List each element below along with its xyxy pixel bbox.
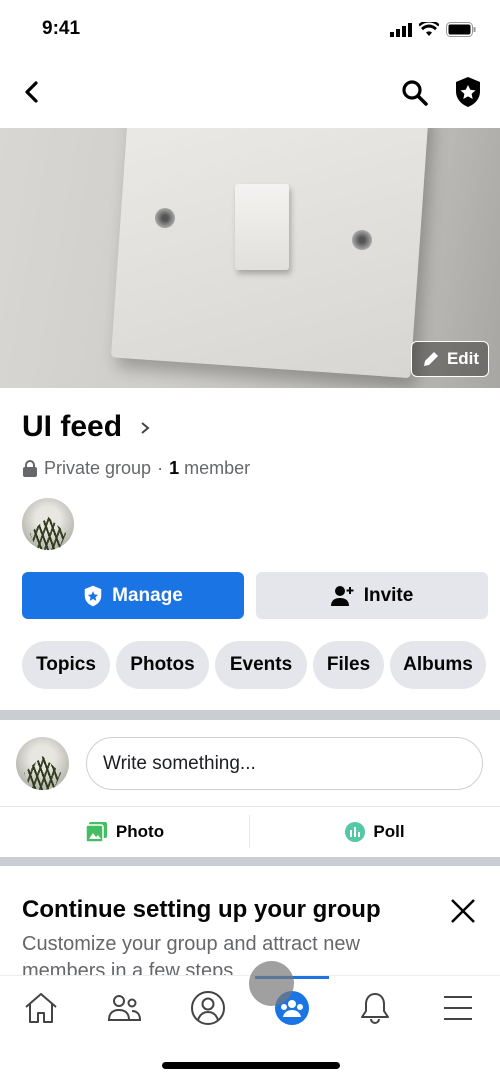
- photo-button[interactable]: Photo: [0, 807, 250, 857]
- tab-notifications[interactable]: [345, 988, 405, 1028]
- shield-star-icon: [84, 585, 102, 606]
- manage-label: Manage: [112, 584, 183, 606]
- tab-friends[interactable]: [95, 988, 155, 1028]
- status-icons: [390, 22, 476, 37]
- tab-profile[interactable]: [178, 988, 238, 1028]
- chip-photos[interactable]: Photos: [116, 641, 209, 689]
- menu-icon: [444, 996, 472, 1020]
- pencil-icon: [423, 352, 438, 366]
- setup-card-subtitle: Customize your group and attract new mem…: [22, 933, 360, 975]
- status-time: 9:41: [42, 18, 81, 39]
- chip-albums[interactable]: Albums: [390, 641, 486, 689]
- search-icon[interactable]: [401, 79, 429, 107]
- signal-icon: [390, 22, 412, 37]
- group-name-text: UI feed: [22, 410, 123, 443]
- member-avatar[interactable]: [22, 498, 74, 550]
- privacy-label: Private group: [44, 458, 152, 478]
- edit-cover-button[interactable]: Edit: [411, 341, 489, 377]
- bottom-tab-bar: [0, 961, 500, 1080]
- manage-button[interactable]: Manage: [22, 572, 244, 619]
- group-name[interactable]: UI feed: [22, 410, 152, 444]
- close-icon[interactable]: [450, 898, 476, 924]
- cover-image-screw: [155, 208, 175, 228]
- touch-indicator: [249, 961, 294, 1006]
- profile-icon: [191, 991, 225, 1025]
- group-meta: Private group · 1 member: [22, 458, 250, 479]
- member-count: 1: [169, 458, 180, 478]
- separator: ·: [157, 458, 164, 478]
- friends-icon: [108, 995, 142, 1021]
- section-divider: [0, 710, 500, 720]
- tab-menu[interactable]: [428, 988, 488, 1028]
- chip-files[interactable]: Files: [313, 641, 384, 689]
- back-icon[interactable]: [22, 80, 42, 104]
- wifi-icon: [419, 22, 439, 36]
- poll-button[interactable]: Poll: [250, 807, 500, 857]
- lock-icon: [23, 460, 37, 477]
- bell-icon: [361, 993, 389, 1024]
- poll-icon: [345, 822, 366, 842]
- chevron-right-icon: [141, 422, 150, 434]
- edit-label: Edit: [446, 349, 480, 368]
- invite-button[interactable]: Invite: [256, 572, 488, 619]
- add-person-icon: [330, 585, 354, 606]
- photo-icon: [85, 822, 107, 842]
- cover-photo[interactable]: Edit: [0, 128, 500, 388]
- chip-topics[interactable]: Topics: [22, 641, 110, 689]
- cover-image-screw: [352, 230, 372, 250]
- section-divider: [0, 857, 500, 866]
- poll-label: Poll: [373, 822, 405, 841]
- write-something-input[interactable]: Write something...: [86, 737, 483, 790]
- home-icon: [25, 993, 57, 1023]
- tab-home[interactable]: [11, 988, 71, 1028]
- home-indicator: [162, 1062, 340, 1069]
- cover-image-switch: [235, 184, 289, 270]
- chip-events[interactable]: Events: [215, 641, 307, 689]
- composer-avatar[interactable]: [16, 737, 69, 790]
- photo-label: Photo: [115, 822, 165, 841]
- setup-card-title: Continue setting up your group: [22, 896, 381, 923]
- member-label[interactable]: member: [184, 458, 250, 478]
- shield-star-icon[interactable]: [454, 76, 482, 108]
- invite-label: Invite: [363, 584, 414, 606]
- battery-icon: [446, 22, 476, 37]
